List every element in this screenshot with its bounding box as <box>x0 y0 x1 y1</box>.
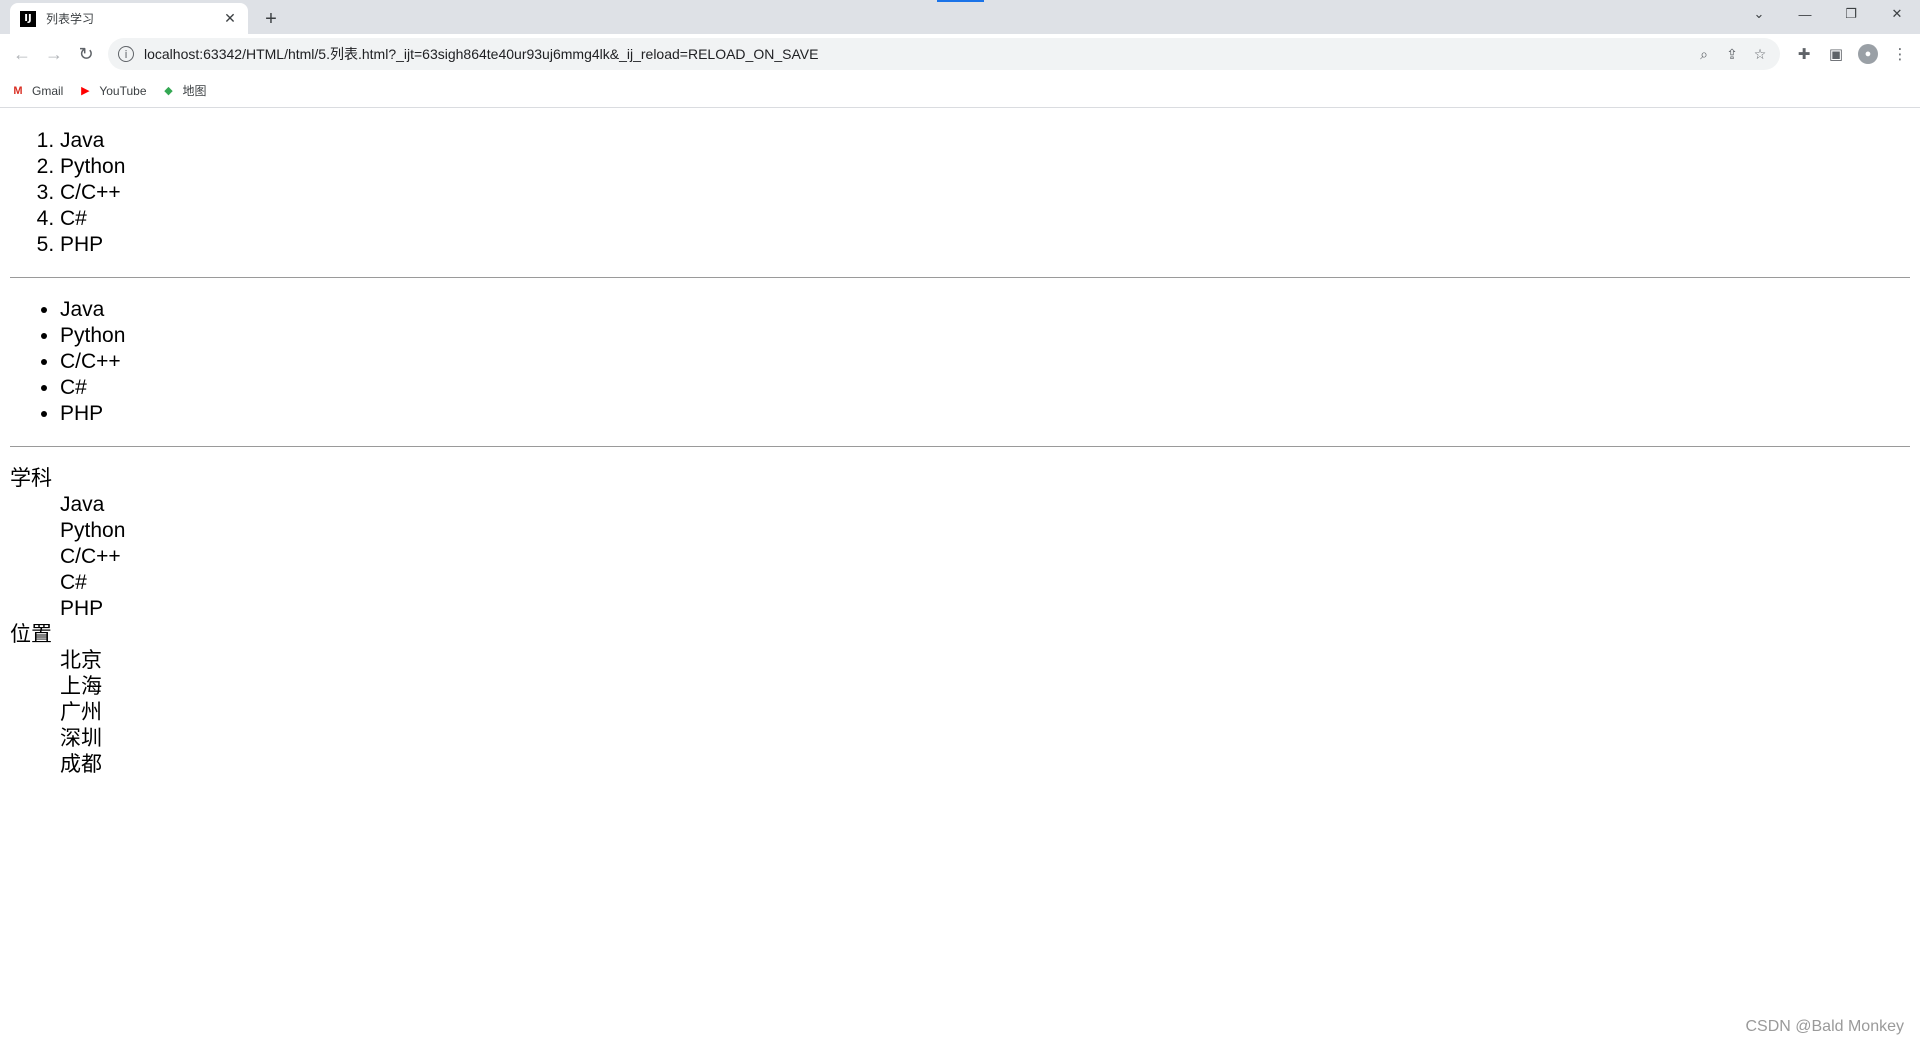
avatar-icon: ● <box>1858 44 1878 64</box>
intellij-icon: IJ <box>20 10 36 27</box>
definition-item: 上海 <box>60 675 102 698</box>
definition-item: 深圳 <box>60 727 102 750</box>
browser-toolbar: ← → ↻ i localhost:63342/HTML/html/5.列表.h… <box>0 34 1920 74</box>
bookmark-maps[interactable]: ◆ 地图 <box>161 82 207 99</box>
profile-button[interactable]: ● <box>1852 38 1884 70</box>
list-item: PHP <box>60 232 1920 258</box>
forward-button[interactable]: → <box>38 38 70 70</box>
restore-icon[interactable]: ❐ <box>1828 0 1874 28</box>
definition-item: 成都 <box>60 753 102 776</box>
list-item: Java <box>60 128 1920 154</box>
page-content: Java Python C/C++ C# PHP Java Python C/C… <box>0 109 1920 1040</box>
list-item: C# <box>60 375 1920 401</box>
bookmark-gmail[interactable]: M Gmail <box>10 84 63 98</box>
tab-search-icon[interactable]: ⌄ <box>1736 0 1782 28</box>
share-icon[interactable]: ⇪ <box>1718 40 1746 68</box>
definition-item: Java <box>60 493 105 516</box>
divider <box>10 277 1910 278</box>
youtube-icon: ▶ <box>81 85 90 97</box>
definition-item: C/C++ <box>60 545 121 568</box>
ordered-list: Java Python C/C++ C# PHP <box>0 128 1920 258</box>
list-item: PHP <box>60 401 1920 427</box>
bookmark-youtube[interactable]: ▶ YouTube <box>77 84 146 98</box>
new-tab-button[interactable]: + <box>257 5 285 33</box>
gmail-icon: M <box>13 84 23 97</box>
address-bar[interactable]: i localhost:63342/HTML/html/5.列表.html?_i… <box>108 38 1780 70</box>
bookmarks-bar: M Gmail ▶ YouTube ◆ 地图 <box>0 74 1920 108</box>
definition-term: 学科 <box>10 467 52 490</box>
maps-icon: ◆ <box>164 85 173 97</box>
bookmark-label: 地图 <box>182 84 207 98</box>
url-text[interactable]: localhost:63342/HTML/html/5.列表.html?_ijt… <box>144 44 1690 64</box>
list-item: Java <box>60 297 1920 323</box>
bookmark-star-icon[interactable]: ☆ <box>1746 40 1774 68</box>
bookmark-label: Gmail <box>32 83 64 98</box>
back-button[interactable]: ← <box>6 38 38 70</box>
list-item: C/C++ <box>60 180 1920 206</box>
list-item: C# <box>60 206 1920 232</box>
close-tab-icon[interactable]: ✕ <box>220 9 240 29</box>
list-item: C/C++ <box>60 349 1920 375</box>
tab-accent-line <box>937 0 984 2</box>
list-item: Python <box>60 323 1920 349</box>
reload-button[interactable]: ↻ <box>70 38 102 70</box>
definition-item: C# <box>60 571 87 594</box>
toolbar-actions: ✚ ▣ ● ⋮ <box>1788 38 1916 70</box>
window-controls: ⌄ — ❐ ✕ <box>1736 0 1920 28</box>
list-item: Python <box>60 154 1920 180</box>
site-info-icon[interactable]: i <box>118 46 134 62</box>
bookmark-label: YouTube <box>99 83 147 98</box>
extensions-icon[interactable]: ✚ <box>1788 38 1820 70</box>
close-window-icon[interactable]: ✕ <box>1874 0 1920 28</box>
browser-window: IJ 列表学习 ✕ + ⌄ — ❐ ✕ ← → ↻ i localhost:63… <box>0 0 1920 1040</box>
menu-icon[interactable]: ⋮ <box>1884 38 1916 70</box>
definition-item: PHP <box>60 597 104 620</box>
definition-item: Python <box>60 519 126 542</box>
definition-list: 学科 Java Python C/C++ C# PHP 位置 北京 上海 广州 … <box>10 466 1920 778</box>
minimize-icon[interactable]: — <box>1782 0 1828 28</box>
tab-title: 列表学习 <box>46 12 95 26</box>
unordered-list: Java Python C/C++ C# PHP <box>0 297 1920 427</box>
definition-item: 广州 <box>60 701 102 724</box>
tab-strip: IJ 列表学习 ✕ + ⌄ — ❐ ✕ <box>0 0 1920 34</box>
definition-term: 位置 <box>10 623 52 646</box>
browser-tab[interactable]: IJ 列表学习 ✕ <box>10 3 248 34</box>
divider <box>10 446 1910 447</box>
definition-item: 北京 <box>60 649 102 672</box>
zoom-icon[interactable]: ⌕ <box>1690 40 1718 68</box>
watermark: CSDN @Bald Monkey <box>1745 1018 1904 1035</box>
side-panel-icon[interactable]: ▣ <box>1820 38 1852 70</box>
